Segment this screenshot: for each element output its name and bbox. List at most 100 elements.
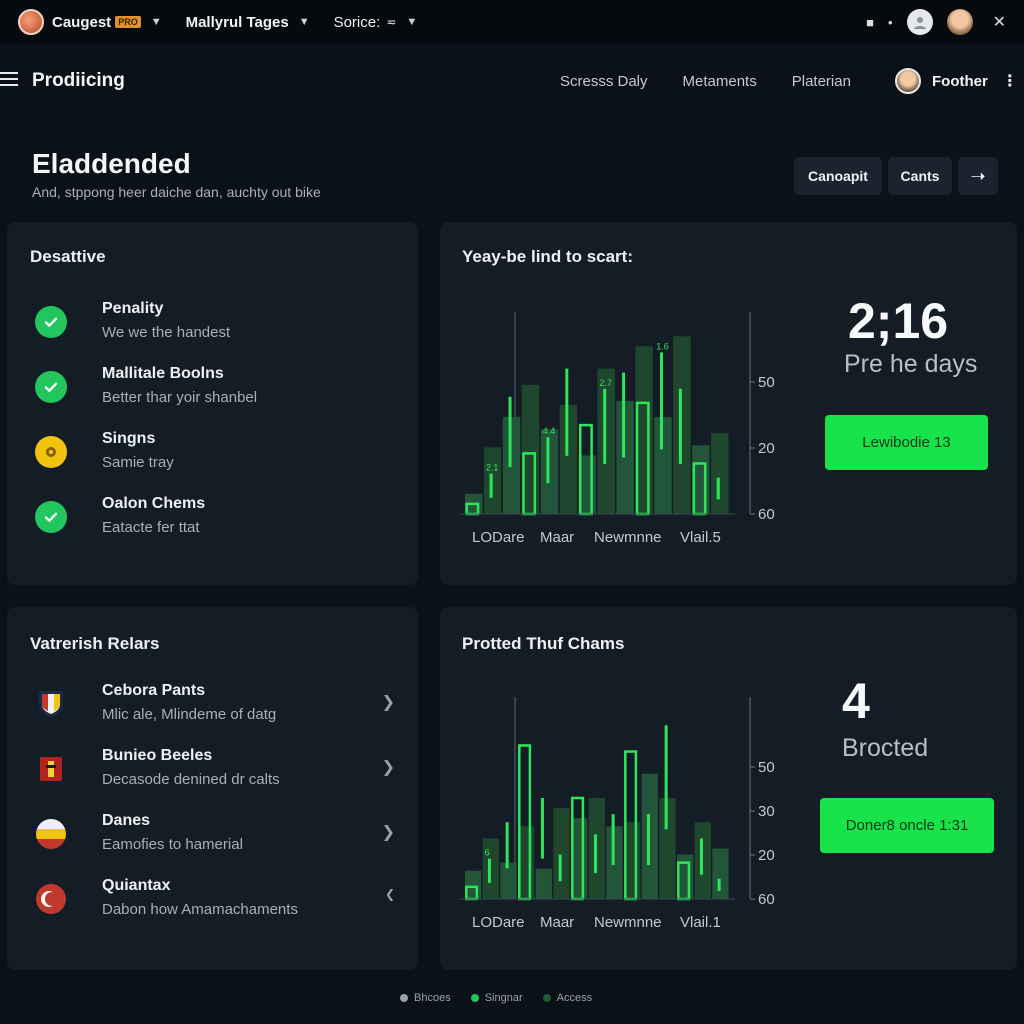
legend-item[interactable]: Bhcoes <box>400 992 451 1004</box>
legend: Bhcoes Singnar Access <box>400 992 592 1004</box>
list-item-title: Bunieo Beeles <box>102 747 213 764</box>
chevron-down-icon: ▼ <box>406 16 418 28</box>
legend-item[interactable]: Access <box>542 992 592 1004</box>
page-subtitle: And, stppong heer daiche dan, auchty out… <box>32 184 321 200</box>
chart-x-tick-label: Newmnne <box>594 529 662 546</box>
more-dots-icon[interactable]: • <box>888 15 893 30</box>
chart-bar-line <box>558 854 562 882</box>
chevron-left-icon: ❮ <box>384 887 395 901</box>
forward-arrow-button[interactable]: ➝ <box>958 157 998 195</box>
chart-bar-line <box>716 477 720 500</box>
list-item[interactable]: Mallitale Boolns Better thar yoir shanbe… <box>35 365 395 415</box>
chart-y-tick-label: 50 <box>758 374 775 391</box>
page-title: Eladdended <box>32 148 191 179</box>
list-item-subtitle: Dabon how Amamachaments <box>102 901 298 918</box>
chart-data-label: 2.1 <box>486 463 499 473</box>
nav-link-platerian[interactable]: Platerian <box>792 73 851 90</box>
user-name: Foother <box>932 72 988 90</box>
menu-value: ≂ <box>386 15 397 29</box>
app-switcher[interactable]: Caugest PRO ▼ <box>18 9 162 35</box>
chart-bar <box>502 417 521 514</box>
crescent-flag-icon <box>35 883 67 915</box>
chart-x-tick-label: Newmnne <box>594 914 662 931</box>
chart-x-tick-label: Vlail.5 <box>680 529 721 546</box>
legend-dot-icon <box>542 994 551 1002</box>
chart-bar-line <box>611 814 615 866</box>
chart-bar-line <box>659 352 663 450</box>
chart-y-tick-label: 50 <box>758 759 775 776</box>
list-item[interactable]: Oalon Chems Eatacte fer ttat <box>35 495 395 545</box>
list-item-subtitle: Eamofies to hamerial <box>102 836 243 853</box>
legend-item[interactable]: Singnar <box>470 992 523 1004</box>
profile-avatar[interactable] <box>946 9 973 35</box>
chevron-down-icon: ▼ <box>298 16 310 28</box>
arrow-right-icon: ➝ <box>970 165 986 186</box>
list-item[interactable]: Singns Samie tray <box>35 430 395 480</box>
lewibodie-button[interactable]: Lewibodie 13 <box>825 415 988 470</box>
nav-title: Prodiicing <box>32 70 125 91</box>
menu-label: Mallyrul Tages <box>185 13 289 31</box>
big-number: 2;16 <box>848 293 949 349</box>
menu-dropdown-tags[interactable]: Mallyrul Tages ▼ <box>186 14 310 31</box>
chart-bar <box>712 848 729 899</box>
list-item[interactable]: Danes Eamofies to hamerial ❯ <box>35 812 395 862</box>
chart-bar <box>535 868 552 899</box>
chart-bar-line <box>622 372 626 458</box>
chart-bar <box>553 808 570 899</box>
nav-link-daily[interactable]: Scresss Daly <box>560 73 648 90</box>
chart-y-tick-label: 60 <box>758 891 775 908</box>
chart-bar <box>559 404 578 514</box>
chart-bar-line <box>699 838 703 875</box>
close-icon[interactable]: ✕ <box>993 12 1006 32</box>
chart-bar <box>597 368 615 514</box>
list-item-title: Penality <box>102 300 164 317</box>
list-item[interactable]: Quiantax Dabon how Amamachaments ❮ <box>35 877 395 927</box>
chart-bar-line <box>505 822 509 869</box>
doner-button[interactable]: Doner8 oncle 1:31 <box>820 798 994 853</box>
chart-bar <box>483 447 502 514</box>
chart-bar <box>711 433 729 514</box>
shield-flag-icon <box>35 688 67 720</box>
user-avatar-icon[interactable] <box>906 9 933 35</box>
kebab-menu-icon[interactable]: ⋮ <box>1002 71 1018 91</box>
list-item[interactable]: Cebora Pants Mlic ale, Mlindeme of datg … <box>35 682 395 732</box>
menu-dropdown-source[interactable]: Sorice: ≂ ▼ <box>334 14 418 31</box>
notification-icon[interactable]: ■ <box>866 15 874 30</box>
list-item-subtitle: Decasode denined dr calts <box>102 771 280 788</box>
menu-label: Sorice: <box>333 13 381 31</box>
app-logo-icon <box>18 9 44 35</box>
list-item-title: Quiantax <box>102 877 171 894</box>
list-item-title: Singns <box>102 430 156 447</box>
chevron-right-icon: ❯ <box>381 694 395 711</box>
list-item[interactable]: Bunieo Beeles Decasode denined dr calts … <box>35 747 395 797</box>
chart-bar-line <box>508 396 512 468</box>
top-bar: Caugest PRO ▼ Mallyrul Tages ▼ Sorice: ≂… <box>0 0 1024 44</box>
bar-chart: 2.1 4.4 2.7 1.6 50 20 60 LODare Maar Newmnne Vlail… <box>460 312 775 546</box>
nav-link-metaments[interactable]: Metaments <box>683 73 757 90</box>
chart-bar-line <box>646 814 650 866</box>
list-item-subtitle: We we the handest <box>102 324 231 341</box>
chart-bar-line <box>678 388 682 464</box>
chart-bar-line <box>540 798 544 859</box>
legend-dot-icon <box>470 994 479 1002</box>
app-name: Caugest <box>52 13 112 31</box>
cants-button[interactable]: Cants <box>888 157 952 195</box>
user-menu[interactable]: Foother ⋮ <box>895 68 1018 94</box>
card-title: Protted Thuf Chams <box>462 634 625 653</box>
chart-bar-line <box>565 368 569 456</box>
big-label: Pre he days <box>844 350 978 378</box>
canoapit-button[interactable]: Canoapit <box>794 157 882 195</box>
chart-y-tick-label: 60 <box>758 506 775 523</box>
avatar <box>895 68 921 94</box>
chart-bar-line <box>717 878 721 891</box>
chart-y-tick-label: 30 <box>758 803 775 820</box>
list-item-subtitle: Mlic ale, Mlindeme of datg <box>102 706 277 723</box>
chart-bar-line <box>593 834 597 874</box>
chart-bar-line <box>487 858 491 883</box>
app-badge: PRO <box>115 16 141 28</box>
chart-data-label: 1.6 <box>656 341 669 351</box>
hamburger-menu-icon[interactable] <box>0 72 18 88</box>
list-item[interactable]: Penality We we the handest <box>35 300 395 350</box>
chart-y-tick-label: 20 <box>758 440 775 457</box>
chart-bar-line <box>546 437 550 484</box>
